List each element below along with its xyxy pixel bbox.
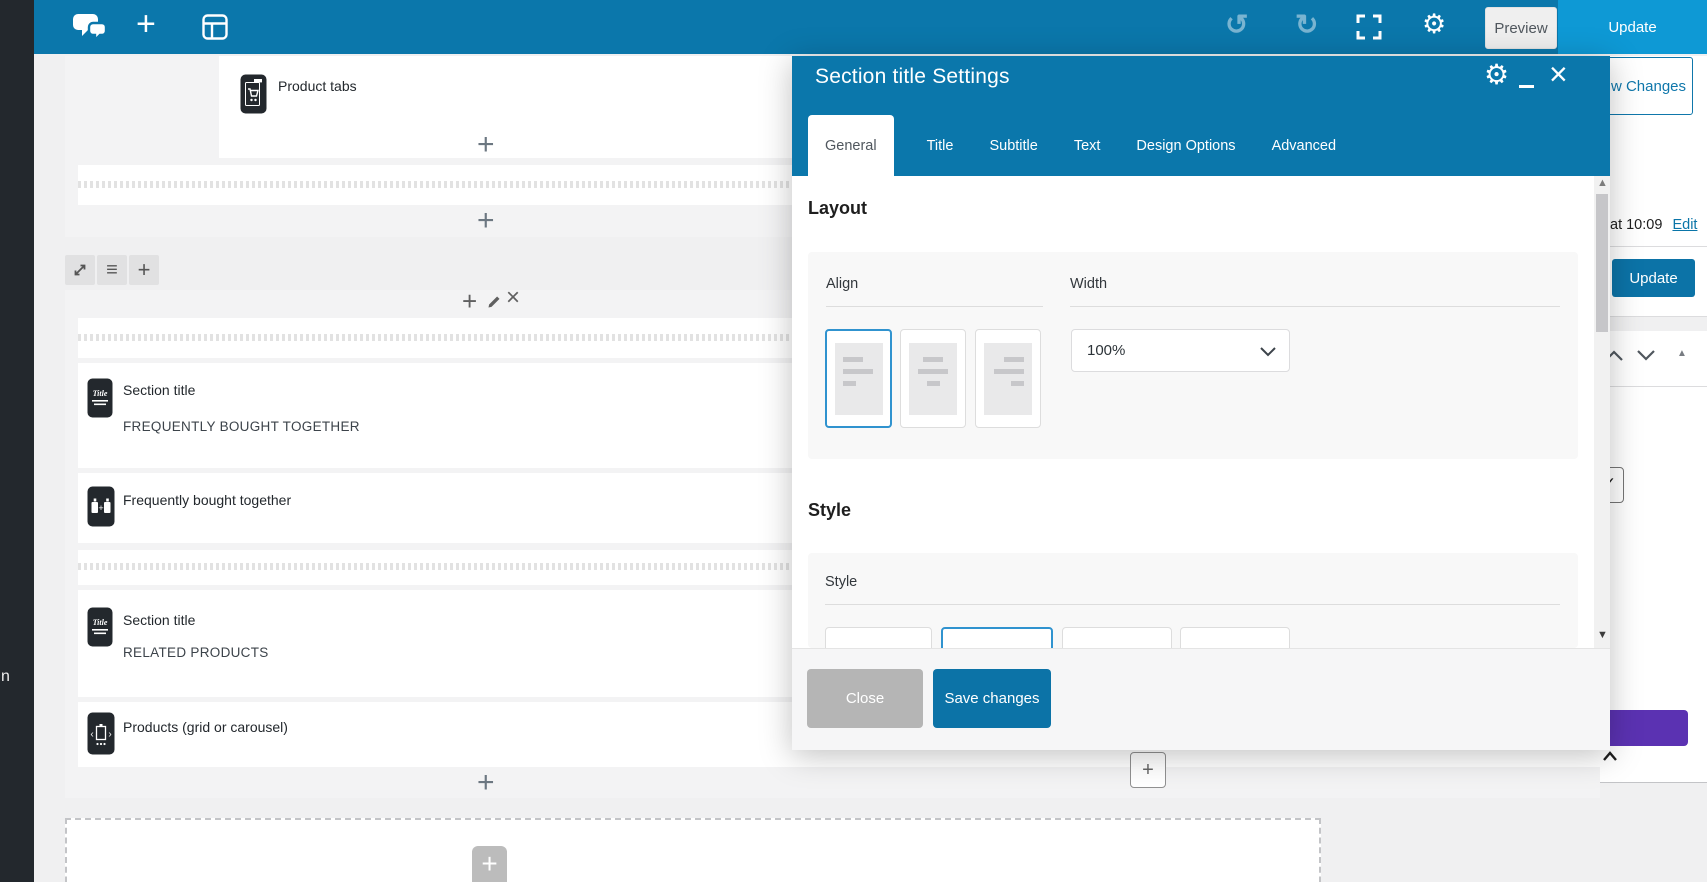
modal-gear-icon[interactable]: ⚙ [1484, 61, 1509, 89]
style-label: Style [825, 574, 858, 590]
admin-menu-sidebar[interactable]: n [0, 0, 34, 882]
row-layout-button[interactable]: ≡ [97, 255, 127, 285]
modal-tabs: General Title Subtitle Text Design Optio… [808, 115, 1339, 176]
block-label: Frequently bought together [123, 492, 292, 508]
align-label: Align [826, 276, 859, 292]
chevron-down-icon [1260, 347, 1276, 357]
block-subtitle: FREQUENTLY BOUGHT TOGETHER [123, 419, 360, 434]
save-changes-button[interactable]: Save changes [933, 669, 1051, 728]
field-divider [1070, 306, 1560, 307]
section-title-icon: Title [87, 607, 113, 647]
svg-text:Title: Title [93, 618, 108, 627]
column-remove-icon[interactable]: × [506, 286, 520, 310]
move-down-chevron-icon[interactable] [1636, 349, 1656, 362]
block-label: Section title [123, 612, 196, 628]
edit-published-link[interactable]: Edit [1672, 217, 1697, 233]
add-block-inline-icon[interactable]: + [477, 130, 495, 160]
preview-changes-button[interactable]: w Changes [1604, 57, 1693, 115]
modal-title: Section title Settings [815, 65, 1010, 88]
add-block-big-button[interactable]: + [472, 846, 507, 882]
add-block-inline-icon[interactable]: + [477, 768, 495, 798]
width-select[interactable]: 100% [1071, 329, 1290, 372]
scroll-up-icon[interactable]: ▲ [1597, 177, 1608, 189]
add-block-icon[interactable]: + [136, 7, 156, 41]
menu-lines-icon: ≡ [106, 258, 118, 281]
plus-icon: + [1142, 758, 1154, 781]
settings-gear-icon[interactable]: ⚙ [1422, 11, 1446, 38]
tab-title[interactable]: Title [924, 115, 957, 176]
style-heading: Style [808, 500, 852, 520]
empty-drop-area[interactable] [65, 818, 1321, 882]
frequently-bought-together-icon: + [87, 486, 115, 527]
svg-text:Title: Title [93, 389, 108, 398]
admin-menu-letter: n [1, 668, 10, 685]
svg-text:+: + [98, 503, 103, 513]
sidebar-below-gap [1600, 783, 1707, 882]
scroll-down-icon[interactable]: ▼ [1597, 629, 1608, 641]
block-label: Products (grid or carousel) [123, 719, 288, 735]
preview-button[interactable]: Preview [1485, 7, 1557, 49]
template-layout-icon[interactable] [202, 14, 228, 40]
block-subtitle: RELATED PRODUCTS [123, 645, 269, 660]
update-button-top[interactable]: Update [1558, 0, 1707, 54]
field-divider [826, 306, 1043, 307]
site-logo-icon[interactable] [72, 12, 110, 42]
align-left-thumbnail [834, 342, 883, 415]
block-label: Product tabs [278, 78, 357, 94]
plus-icon: + [137, 257, 151, 282]
section-title-icon: Title [87, 378, 113, 418]
document-sidebar [1600, 56, 1707, 783]
editor-screen: n + ↺ ↻ ⚙ Preview Update Product tabs + … [0, 0, 1707, 882]
panel-toggle-triangle-icon[interactable]: ▲ [1677, 348, 1687, 359]
sidebar-panel-gap [1600, 317, 1707, 331]
minimize-icon[interactable] [1519, 85, 1534, 88]
sidebar-divider [1600, 246, 1707, 247]
column-edit-pencil-icon[interactable] [487, 294, 502, 309]
add-block-outline-button[interactable]: + [1130, 752, 1166, 788]
published-info: at 10:09 Edit [1610, 217, 1698, 233]
tab-design-options[interactable]: Design Options [1133, 115, 1238, 176]
update-button-sidebar[interactable]: Update [1612, 259, 1695, 297]
align-option-left[interactable] [825, 329, 892, 428]
expand-block-button[interactable] [65, 255, 95, 285]
column-add-icon[interactable]: + [462, 288, 477, 314]
add-block-inline-icon[interactable]: + [477, 206, 495, 236]
collapse-chevron-icon[interactable] [1602, 751, 1618, 761]
svg-text:‹: ‹ [90, 729, 93, 740]
undo-icon[interactable]: ↺ [1225, 11, 1248, 39]
product-tabs-icon [240, 74, 267, 114]
align-option-center[interactable] [900, 329, 966, 428]
sidebar-divider [1600, 386, 1707, 387]
svg-text:›: › [108, 729, 111, 740]
tab-text[interactable]: Text [1071, 115, 1104, 176]
editor-toolbar: + ↺ ↻ ⚙ Preview Update [34, 0, 1707, 54]
block-label: Section title [123, 382, 196, 398]
close-button[interactable]: Close [807, 669, 923, 728]
tab-subtitle[interactable]: Subtitle [986, 115, 1040, 176]
field-divider [825, 604, 1560, 605]
add-row-button[interactable]: + [129, 255, 159, 285]
fullscreen-icon[interactable] [1356, 14, 1382, 40]
align-right-thumbnail [984, 342, 1032, 415]
close-icon[interactable]: × [1549, 58, 1568, 90]
align-center-thumbnail [909, 342, 957, 415]
redo-icon[interactable]: ↻ [1295, 11, 1318, 39]
layout-heading: Layout [808, 198, 868, 218]
scrollbar-thumb[interactable] [1596, 194, 1608, 332]
expand-arrows-icon [74, 264, 86, 276]
products-grid-icon: ‹ › [87, 712, 115, 755]
tab-advanced[interactable]: Advanced [1269, 115, 1340, 176]
tab-general[interactable]: General [808, 115, 894, 176]
align-option-right[interactable] [975, 329, 1041, 428]
plus-icon: + [481, 848, 498, 879]
width-label: Width [1070, 276, 1108, 292]
